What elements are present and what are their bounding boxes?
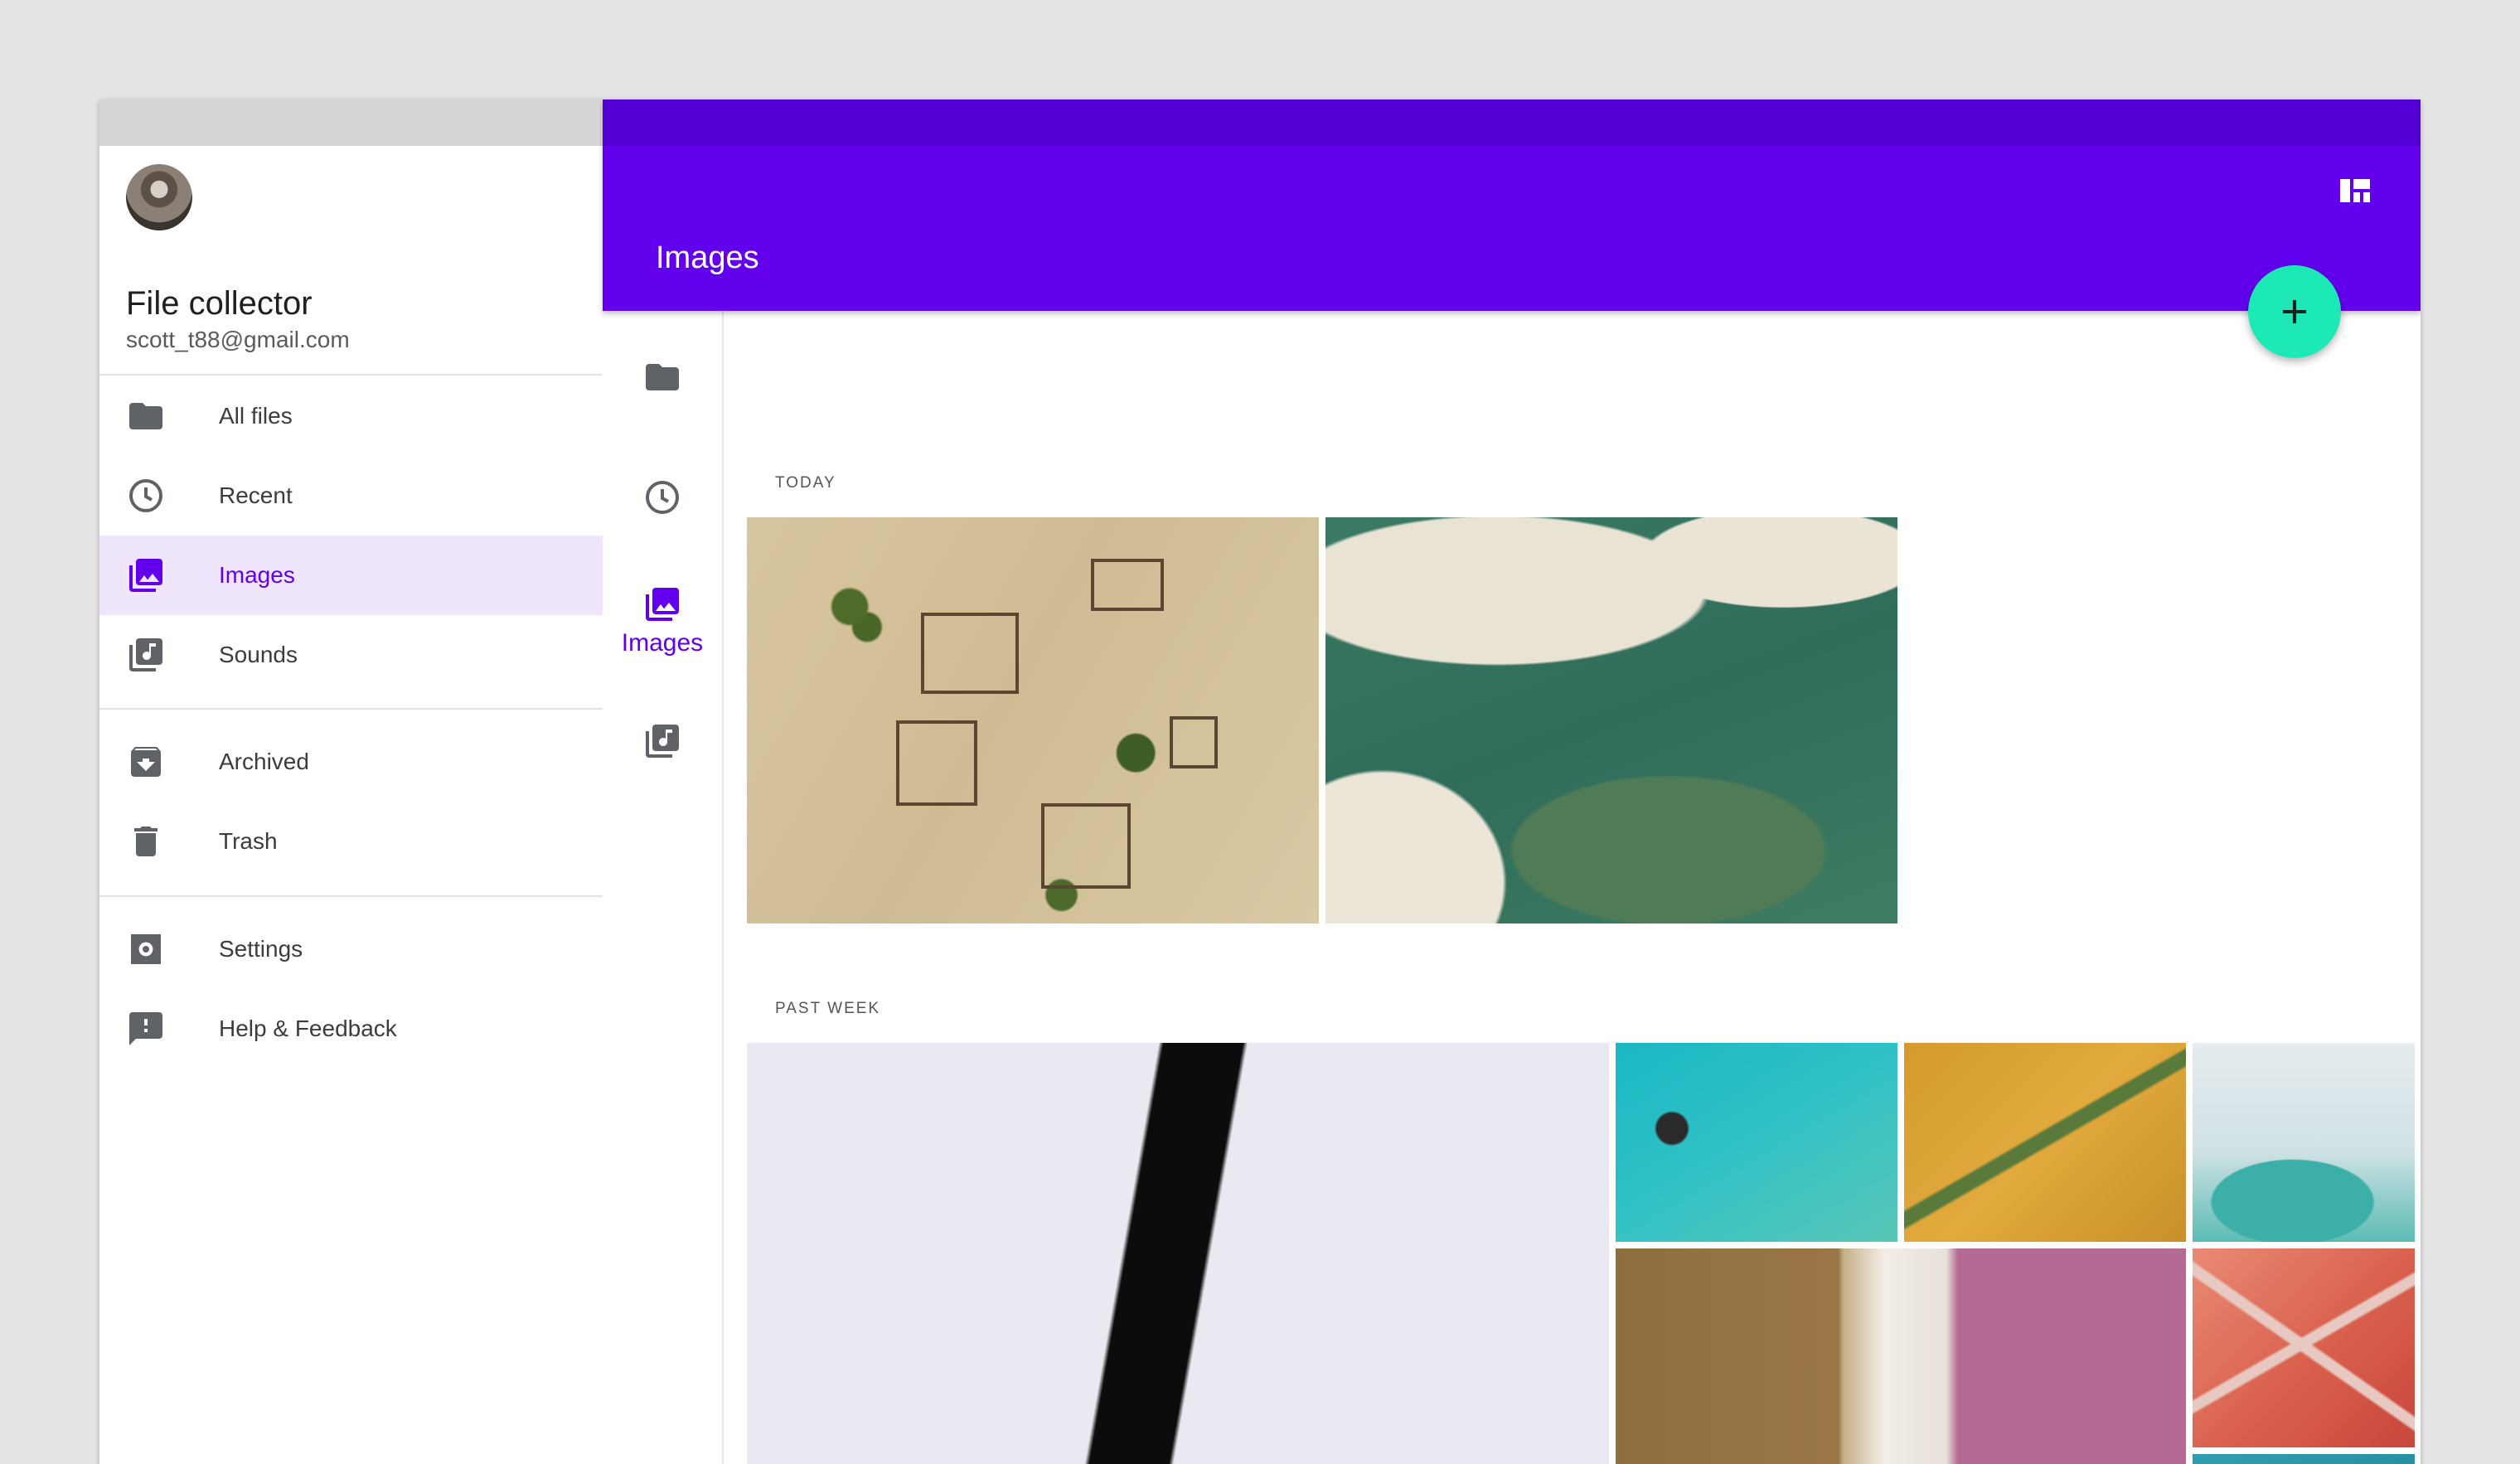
navigation-rail: Images bbox=[603, 311, 724, 1464]
nav-label: Archived bbox=[219, 749, 309, 774]
drawer-email: scott_t88@gmail.com bbox=[126, 327, 350, 352]
folder-icon bbox=[129, 403, 162, 429]
nav-item-trash[interactable]: Trash bbox=[99, 802, 603, 881]
nav-item-archived[interactable]: Archived bbox=[99, 722, 603, 802]
image-thumbnail[interactable] bbox=[1325, 517, 1897, 923]
rail-item-sounds[interactable] bbox=[603, 721, 722, 801]
feedback-icon bbox=[129, 1012, 162, 1045]
clock-icon bbox=[129, 479, 162, 512]
app-window: File collector scott_t88@gmail.com All f… bbox=[99, 99, 2421, 1464]
page-title: Images bbox=[656, 240, 759, 275]
settings-icon bbox=[131, 934, 161, 964]
nav-item-sounds[interactable]: Sounds bbox=[99, 615, 603, 695]
status-bar bbox=[99, 99, 603, 146]
add-fab-button[interactable] bbox=[2248, 265, 2341, 358]
image-thumbnail[interactable] bbox=[2193, 1043, 2415, 1242]
status-bar bbox=[603, 99, 2421, 146]
image-thumbnail[interactable] bbox=[1616, 1248, 2186, 1464]
images-icon bbox=[129, 559, 162, 592]
nav-label: Sounds bbox=[219, 642, 298, 667]
rail-item-recent[interactable] bbox=[603, 458, 722, 537]
library-music-icon bbox=[129, 638, 162, 671]
clock-icon bbox=[646, 481, 679, 514]
nav-item-recent[interactable]: Recent bbox=[99, 456, 603, 536]
drawer-title: File collector bbox=[126, 285, 313, 322]
nav-label: Trash bbox=[219, 828, 278, 854]
folder-icon bbox=[646, 364, 679, 390]
image-thumbnail[interactable] bbox=[2193, 1248, 2415, 1447]
rail-label-images: Images bbox=[621, 629, 704, 657]
plus-icon bbox=[2283, 300, 2306, 323]
image-thumbnail[interactable] bbox=[747, 1043, 1609, 1464]
nav-item-images[interactable]: Images bbox=[99, 536, 603, 615]
image-gallery: TODAY PAST WEEK bbox=[722, 311, 2421, 1464]
archive-icon bbox=[131, 747, 161, 777]
section-label-past-week: PAST WEEK bbox=[775, 1000, 881, 1017]
image-thumbnail[interactable] bbox=[2193, 1454, 2415, 1464]
rail-item-images[interactable]: Images bbox=[603, 584, 722, 676]
rail-item-all-files[interactable] bbox=[603, 337, 722, 417]
nav-label: Recent bbox=[219, 482, 293, 508]
image-thumbnail[interactable] bbox=[1616, 1043, 1897, 1242]
image-thumbnail[interactable] bbox=[747, 517, 1319, 923]
nav-label: Help & Feedback bbox=[219, 1016, 397, 1041]
dashboard-icon[interactable] bbox=[2335, 171, 2375, 211]
nav-item-help-feedback[interactable]: Help & Feedback bbox=[99, 989, 603, 1069]
section-label-today: TODAY bbox=[775, 474, 836, 492]
top-app-bar: Images bbox=[603, 99, 2421, 311]
divider bbox=[99, 895, 603, 897]
nav-label: Images bbox=[219, 562, 295, 588]
nav-item-all-files[interactable]: All files bbox=[99, 376, 603, 456]
divider bbox=[99, 708, 603, 710]
images-icon bbox=[646, 588, 679, 621]
navigation-drawer: File collector scott_t88@gmail.com All f… bbox=[99, 99, 604, 1464]
trash-icon bbox=[134, 827, 158, 856]
nav-label: Settings bbox=[219, 936, 303, 962]
image-thumbnail[interactable] bbox=[1904, 1043, 2186, 1242]
library-music-icon bbox=[646, 725, 679, 758]
divider bbox=[99, 374, 603, 376]
nav-label: All files bbox=[219, 403, 293, 429]
nav-item-settings[interactable]: Settings bbox=[99, 909, 603, 989]
avatar[interactable] bbox=[126, 164, 192, 230]
